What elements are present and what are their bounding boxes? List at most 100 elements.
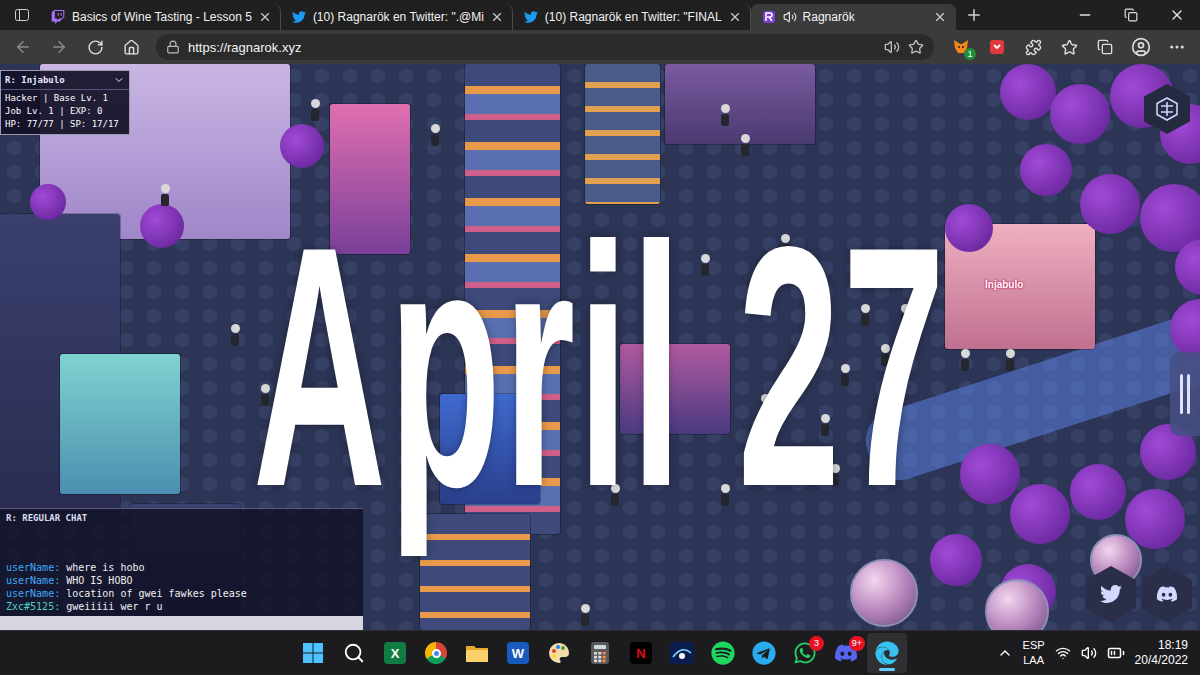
taskbar-app[interactable] bbox=[744, 633, 784, 673]
figure-head bbox=[961, 349, 970, 358]
more-button[interactable] bbox=[1160, 33, 1194, 61]
address-bar[interactable]: https://ragnarok.xyz bbox=[156, 34, 934, 60]
browser-tab[interactable]: (10) Ragnarök en Twitter: ".@Mi bbox=[281, 4, 513, 30]
avatar-figure[interactable] bbox=[580, 604, 590, 626]
tab-title: Basics of Wine Tasting - Lesson 5 bbox=[72, 10, 252, 24]
close-window-button[interactable] bbox=[1154, 0, 1200, 30]
back-button[interactable] bbox=[6, 33, 40, 61]
avatar-figure[interactable] bbox=[610, 484, 620, 506]
avatar-figure[interactable] bbox=[960, 349, 970, 371]
taskbar-app[interactable]: W bbox=[498, 633, 538, 673]
taskbar-app[interactable] bbox=[867, 633, 907, 673]
figure-body bbox=[311, 109, 319, 121]
taskbar-app[interactable]: X bbox=[375, 633, 415, 673]
player-panel[interactable]: R: InjabuloHacker | Base Lv. 1Job Lv. 1 … bbox=[0, 70, 130, 135]
taskbar-app[interactable]: 9+ bbox=[826, 633, 866, 673]
close-tab-icon[interactable] bbox=[490, 10, 504, 24]
favorite-star-icon[interactable] bbox=[908, 39, 924, 55]
new-tab-button[interactable] bbox=[956, 0, 992, 30]
avatar-figure[interactable] bbox=[1005, 349, 1015, 371]
figure-body bbox=[231, 334, 239, 346]
avatar-figure[interactable] bbox=[700, 254, 710, 276]
clock[interactable]: 18:1920/4/2022 bbox=[1135, 638, 1188, 668]
avatar-figure[interactable] bbox=[880, 344, 890, 366]
speaker-icon[interactable] bbox=[783, 10, 797, 24]
taskbar-app[interactable] bbox=[662, 633, 702, 673]
metamask-extension[interactable]: 1 bbox=[944, 33, 978, 61]
taskbar-app[interactable] bbox=[293, 633, 333, 673]
avatar-figure[interactable] bbox=[740, 134, 750, 156]
avatar-figure[interactable] bbox=[860, 304, 870, 326]
taskbar-app[interactable]: 3 bbox=[785, 633, 825, 673]
back-arrow-icon bbox=[14, 38, 32, 56]
forward-button[interactable] bbox=[42, 33, 76, 61]
avatar-figure[interactable] bbox=[780, 234, 790, 256]
taskbar-app[interactable] bbox=[416, 633, 456, 673]
wifi-icon[interactable] bbox=[1055, 645, 1071, 661]
twitter-button[interactable] bbox=[1086, 566, 1136, 622]
taskbar-app[interactable] bbox=[539, 633, 579, 673]
avatar-figure[interactable] bbox=[760, 394, 770, 416]
chevron-down-icon[interactable] bbox=[113, 74, 125, 86]
minimize-button[interactable] bbox=[1062, 0, 1108, 30]
home-button[interactable] bbox=[114, 33, 148, 61]
taskbar-app[interactable] bbox=[334, 633, 374, 673]
avatar-figure[interactable] bbox=[160, 184, 170, 206]
chat-user: userName: bbox=[6, 562, 60, 573]
ragnarok-icon bbox=[762, 10, 776, 24]
figure-head bbox=[581, 604, 590, 613]
pocket-extension[interactable] bbox=[980, 33, 1014, 61]
volume-icon[interactable] bbox=[1081, 645, 1097, 661]
chat-input[interactable] bbox=[0, 616, 363, 630]
battery-icon[interactable] bbox=[1107, 644, 1125, 662]
profile-button[interactable] bbox=[1124, 33, 1158, 61]
figure-body bbox=[831, 474, 839, 486]
taskbar-app[interactable] bbox=[703, 633, 743, 673]
tab-favicon bbox=[291, 9, 307, 25]
taskbar-app[interactable] bbox=[580, 633, 620, 673]
player-stat-line: Hacker | Base Lv. 1 bbox=[1, 92, 129, 105]
discord-button[interactable] bbox=[1142, 566, 1192, 622]
tab-favicon bbox=[761, 9, 777, 25]
avatar-figure[interactable] bbox=[720, 104, 730, 126]
house-label: Injabulo bbox=[982, 278, 1026, 291]
figure-head bbox=[821, 414, 830, 423]
figure-body bbox=[721, 114, 729, 126]
avatar-figure[interactable] bbox=[310, 99, 320, 121]
taskbar-app[interactable] bbox=[457, 633, 497, 673]
figure-body bbox=[431, 134, 439, 146]
avatar-figure[interactable] bbox=[820, 414, 830, 436]
avatar-figure[interactable] bbox=[430, 124, 440, 146]
avatar-figure[interactable] bbox=[900, 304, 910, 326]
chat-user: Zxc#5125: bbox=[6, 601, 60, 612]
close-tab-icon[interactable] bbox=[933, 10, 947, 24]
input-language[interactable]: ESPLAA bbox=[1023, 638, 1045, 668]
chat-text: location of gwei fawkes please bbox=[66, 588, 247, 599]
refresh-button[interactable] bbox=[78, 33, 112, 61]
close-tab-icon[interactable] bbox=[728, 10, 742, 24]
browser-tab[interactable]: (10) Ragnarök en Twitter: "FINAL bbox=[513, 4, 751, 30]
favorites-button[interactable] bbox=[1052, 33, 1086, 61]
browser-tab[interactable]: Basics of Wine Tasting - Lesson 5 bbox=[40, 4, 281, 30]
avatar-figure[interactable] bbox=[230, 324, 240, 346]
avatar-figure[interactable] bbox=[830, 464, 840, 486]
game-view[interactable]: R: InjabuloHacker | Base Lv. 1Job Lv. 1 … bbox=[0, 64, 1200, 630]
avatar-figure[interactable] bbox=[720, 484, 730, 506]
avatar-figure[interactable] bbox=[840, 364, 850, 386]
browser-tab[interactable]: Ragnarök bbox=[751, 4, 956, 30]
clock-date: 20/4/2022 bbox=[1135, 653, 1188, 668]
read-aloud-icon[interactable] bbox=[884, 39, 900, 55]
collections-button[interactable] bbox=[1088, 33, 1122, 61]
chat-messages: userName: where is hobouserName: WHO IS … bbox=[0, 527, 363, 616]
player-name: R: Injabulo bbox=[5, 75, 65, 85]
side-panel-toggle[interactable] bbox=[1170, 352, 1200, 436]
avatar-figure[interactable] bbox=[260, 384, 270, 406]
restore-button[interactable] bbox=[1108, 0, 1154, 30]
close-tab-icon[interactable] bbox=[258, 10, 272, 24]
tab-actions-button[interactable] bbox=[4, 0, 40, 30]
minimize-icon bbox=[1077, 7, 1093, 23]
chevron-up-icon[interactable] bbox=[997, 645, 1013, 661]
taskbar-app[interactable]: N bbox=[621, 633, 661, 673]
player-panel-header[interactable]: R: Injabulo bbox=[1, 71, 129, 90]
extensions-button[interactable] bbox=[1016, 33, 1050, 61]
